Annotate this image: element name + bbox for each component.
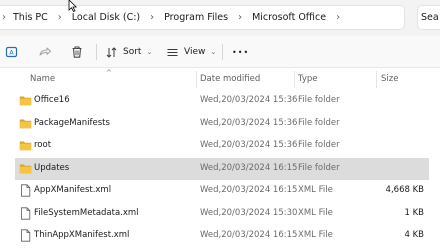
chevron-down-icon: ⌄ — [210, 48, 217, 56]
sort-label: Sort — [123, 47, 142, 57]
file-name: root — [34, 140, 52, 150]
file-size: 1 KB — [404, 207, 424, 218]
toolbar-divider — [96, 44, 97, 60]
file-name: FileSystemMetadata.xml — [34, 207, 139, 218]
share-icon — [39, 47, 52, 56]
file-name: Office16 — [34, 95, 70, 105]
rename-icon: A — [5, 46, 18, 58]
breadcrumb-local-disk[interactable]: Local Disk (C:) — [72, 12, 140, 23]
sort-icon — [106, 46, 117, 58]
file-row[interactable]: ThinAppXManifest.xml Wed,20/03/2024 16:15… — [15, 225, 429, 247]
breadcrumb-this-pc[interactable]: This PC — [13, 12, 48, 23]
file-date-modified: Wed,20/03/2024 15:36 — [200, 117, 298, 128]
file-icon — [21, 206, 31, 220]
file-date-modified: Wed,20/03/2024 15:36 — [200, 140, 298, 150]
file-row[interactable]: Updates Wed,20/03/2024 16:15 File folder — [15, 157, 429, 180]
column-resize-handle[interactable] — [294, 71, 295, 88]
view-list-icon — [167, 48, 178, 56]
file-date-modified: Wed,20/03/2024 16:15 — [200, 162, 298, 173]
toolbar-divider — [222, 44, 223, 60]
file-row[interactable]: AppXManifest.xml Wed,20/03/2024 16:15 XML … — [15, 180, 429, 202]
breadcrumb-chevron-icon[interactable]: › — [2, 12, 6, 23]
file-type: File folder — [298, 162, 340, 173]
breadcrumb-chevron-icon[interactable]: › — [238, 12, 242, 23]
file-date-modified: Wed,20/03/2024 16:15 — [200, 230, 298, 240]
search-text: Sea — [421, 12, 439, 23]
address-bar-area: › This PC › Local Disk (C:) › Program Fi… — [0, 0, 440, 36]
rename-button[interactable]: A — [5, 36, 19, 68]
trash-icon — [72, 46, 82, 58]
delete-button[interactable] — [70, 36, 84, 68]
file-row[interactable]: Office16 Wed,20/03/2024 15:36 File folder — [15, 90, 429, 112]
breadcrumb-program-files[interactable]: Program Files — [164, 12, 228, 23]
breadcrumb-microsoft-office[interactable]: Microsoft Office — [252, 12, 326, 23]
share-button[interactable] — [38, 36, 52, 68]
file-icon — [21, 184, 31, 197]
breadcrumb-chevron-icon[interactable]: › — [150, 12, 154, 23]
more-options-label: ••• — [232, 47, 250, 57]
file-row[interactable]: PackageManifests Wed,20/03/2024 15:36 File… — [15, 113, 429, 135]
column-header-name[interactable]: Name — [30, 74, 55, 84]
file-type: File folder — [298, 140, 340, 150]
folder-icon — [19, 96, 32, 106]
file-size: 4 KB — [404, 230, 424, 240]
folder-icon — [19, 164, 32, 173]
file-type: XML File — [298, 185, 333, 195]
view-label: View — [184, 47, 206, 57]
column-header-row: ^ Name Date modified Type Size — [0, 68, 440, 90]
file-type: File folder — [298, 95, 340, 105]
file-date-modified: Wed,20/03/2024 16:15 — [200, 185, 298, 195]
column-header-type[interactable]: Type — [298, 74, 318, 84]
view-button[interactable]: View ⌄ — [166, 36, 216, 68]
file-name: Updates — [34, 162, 70, 173]
breadcrumb-chevron-icon[interactable]: › — [58, 12, 62, 23]
folder-icon — [19, 141, 32, 151]
svg-text:A: A — [9, 49, 14, 57]
file-row[interactable]: root Wed,20/03/2024 15:36 File folder — [15, 135, 429, 157]
file-name: ThinAppXManifest.xml — [34, 230, 130, 240]
file-icon — [21, 229, 31, 242]
column-header-date-modified[interactable]: Date modified — [200, 74, 260, 84]
folder-icon — [19, 119, 32, 128]
sort-button[interactable]: Sort ⌄ — [105, 36, 152, 68]
file-type: XML File — [298, 230, 333, 240]
sort-caret-icon: ^ — [106, 69, 112, 77]
file-size: 4,668 KB — [385, 185, 424, 195]
column-resize-handle[interactable] — [376, 71, 377, 88]
breadcrumb-chevron-icon[interactable]: › — [336, 12, 340, 23]
file-type: XML File — [298, 207, 333, 218]
file-row[interactable]: FileSystemMetadata.xml Wed,20/03/2024 15:… — [15, 203, 429, 225]
file-name: PackageManifests — [34, 117, 110, 128]
address-bar[interactable]: › This PC › Local Disk (C:) › Program Fi… — [0, 5, 405, 30]
address-gap — [407, 5, 417, 30]
file-date-modified: Wed,20/03/2024 15:36 — [200, 95, 298, 105]
file-date-modified: Wed,20/03/2024 15:30 — [200, 207, 298, 218]
command-bar: A Sort ⌄ View ⌄ ••• — [0, 36, 440, 68]
column-header-size[interactable]: Size — [381, 74, 398, 84]
chevron-down-icon: ⌄ — [146, 48, 153, 56]
more-options-button[interactable]: ••• — [232, 36, 249, 68]
file-name: AppXManifest.xml — [34, 185, 112, 195]
column-resize-handle[interactable] — [196, 71, 197, 88]
mouse-cursor-icon — [68, 0, 77, 12]
search-input[interactable]: Sea — [417, 5, 440, 30]
file-type: File folder — [298, 117, 340, 128]
